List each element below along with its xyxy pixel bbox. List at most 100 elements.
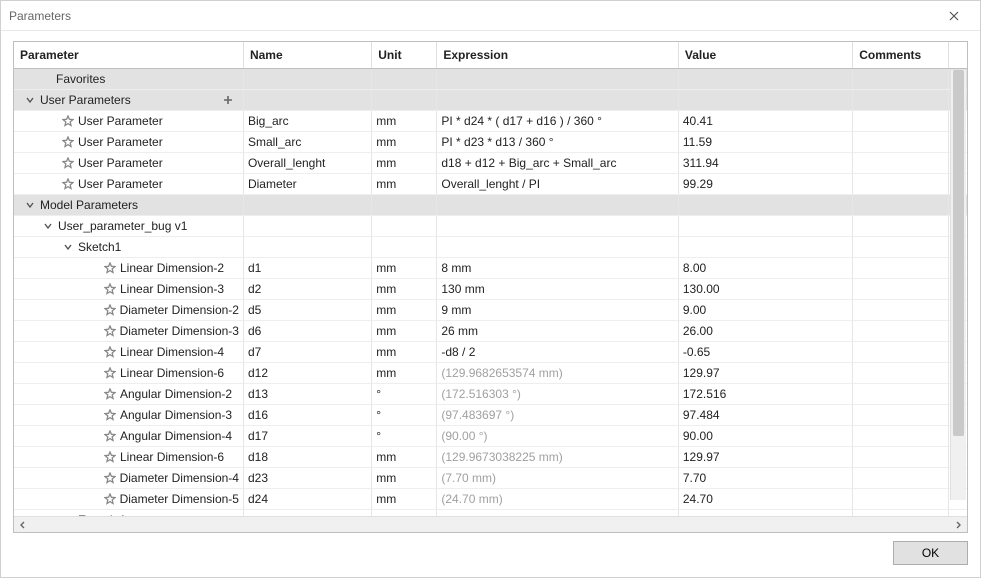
cell-expression[interactable]: Overall_lenght / PI (441, 177, 540, 191)
cell-unit[interactable]: mm (376, 261, 396, 275)
table-row[interactable]: User ParameterBig_arcmmPI * d24 * ( d17 … (14, 111, 967, 132)
col-unit[interactable]: Unit (372, 42, 437, 69)
cell-unit[interactable]: mm (376, 156, 396, 170)
cell-unit[interactable]: ° (376, 429, 381, 443)
table-row[interactable]: User ParameterDiametermmOverall_lenght /… (14, 174, 967, 195)
cell-expression[interactable]: (24.70 mm) (441, 492, 502, 506)
scroll-right-arrow[interactable] (951, 519, 965, 531)
table-row[interactable]: Linear Dimension-3d2mm130 mm130.00 (14, 279, 967, 300)
cell-value[interactable]: 11.59 (683, 135, 712, 149)
cell-unit[interactable]: mm (376, 177, 396, 191)
cell-value[interactable]: 311.94 (683, 156, 719, 170)
param-label[interactable]: Diameter Dimension-3 (120, 324, 239, 338)
cell-expression[interactable]: (172.516303 °) (441, 387, 521, 401)
cell-value[interactable]: 8.00 (683, 261, 706, 275)
toggle-user_parameters[interactable] (23, 93, 37, 107)
cell-expression[interactable]: 8 mm (441, 261, 471, 275)
param-label[interactable]: Angular Dimension-4 (120, 429, 232, 443)
group-label-model_parameters[interactable]: Model Parameters (40, 198, 138, 212)
cell-unit[interactable]: mm (376, 114, 396, 128)
toggle-model_parameters[interactable] (23, 198, 37, 212)
cell-value[interactable]: 129.97 (683, 450, 720, 464)
vertical-scroll-thumb[interactable] (953, 70, 964, 436)
col-parameter[interactable]: Parameter (14, 42, 243, 69)
favorite-star[interactable] (61, 156, 75, 170)
scroll-left-arrow[interactable] (16, 519, 30, 531)
cell-name[interactable]: d1 (248, 261, 261, 275)
cell-name[interactable]: d6 (248, 324, 261, 338)
favorite-star[interactable] (61, 177, 75, 191)
table-row[interactable]: Linear Dimension-2d1mm8 mm8.00 (14, 258, 967, 279)
table-row[interactable]: Diameter Dimension-2d5mm9 mm9.00 (14, 300, 967, 321)
toggle-component[interactable] (41, 219, 55, 233)
cell-name[interactable]: d5 (248, 303, 261, 317)
cell-expression[interactable]: PI * d23 * d13 / 360 ° (441, 135, 553, 149)
col-value[interactable]: Value (678, 42, 852, 69)
group-label-user_parameters[interactable]: User Parameters (40, 93, 131, 107)
cell-value[interactable]: 99.29 (683, 177, 713, 191)
param-label[interactable]: Diameter Dimension-2 (120, 303, 239, 317)
table-row[interactable]: Diameter Dimension-4d23mm(7.70 mm)7.70 (14, 468, 967, 489)
vertical-scrollbar[interactable] (950, 70, 966, 500)
cell-unit[interactable]: mm (376, 303, 396, 317)
cell-value[interactable]: 172.516 (683, 387, 726, 401)
toggle-sketch1[interactable] (61, 240, 75, 254)
col-name[interactable]: Name (243, 42, 371, 69)
group-label-favorites[interactable]: Favorites (56, 72, 105, 86)
cell-expression[interactable]: 26 mm (441, 324, 478, 338)
table-row[interactable]: User ParameterSmall_arcmmPI * d23 * d13 … (14, 132, 967, 153)
table-row[interactable]: Linear Dimension-6d12mm(129.9682653574 m… (14, 363, 967, 384)
table-row[interactable]: Angular Dimension-2 d13 ° (172.516303 °) 172… (14, 384, 967, 405)
col-expression[interactable]: Expression (437, 42, 679, 69)
param-label[interactable]: User Parameter (78, 135, 163, 149)
cell-name[interactable]: d23 (248, 471, 268, 485)
cell-value[interactable]: 90.00 (683, 429, 713, 443)
cell-name[interactable]: d2 (248, 282, 261, 296)
table-row[interactable]: Diameter Dimension-3d6mm26 mm26.00 (14, 321, 967, 342)
ok-button[interactable]: OK (893, 541, 968, 565)
favorite-star[interactable] (103, 492, 117, 506)
cell-value[interactable]: 24.70 (683, 492, 713, 506)
param-label[interactable]: Diameter Dimension-5 (120, 492, 239, 506)
cell-unit[interactable]: mm (376, 282, 396, 296)
cell-value[interactable]: 26.00 (683, 324, 713, 338)
param-label[interactable]: Linear Dimension-6 (120, 450, 224, 464)
cell-unit[interactable]: mm (376, 492, 396, 506)
favorite-star[interactable] (61, 135, 75, 149)
favorite-star[interactable] (103, 261, 117, 275)
cell-name[interactable]: d17 (248, 429, 268, 443)
cell-expression[interactable]: d18 + d12 + Big_arc + Small_arc (441, 156, 616, 170)
favorite-star[interactable] (103, 366, 117, 380)
cell-value[interactable]: 40.41 (683, 114, 713, 128)
group-row-user_parameters[interactable]: User Parameters (14, 90, 967, 111)
param-label[interactable]: Angular Dimension-2 (120, 387, 232, 401)
table-row[interactable]: Linear Dimension-4d7mm-d8 / 2-0.65 (14, 342, 967, 363)
cell-name[interactable]: d13 (248, 387, 268, 401)
favorite-star[interactable] (103, 408, 117, 422)
cell-expression[interactable]: PI * d24 * ( d17 + d16 ) / 360 ° (441, 114, 602, 128)
cell-expression[interactable]: (7.70 mm) (441, 471, 496, 485)
cell-unit[interactable]: mm (376, 345, 396, 359)
table-row[interactable]: Angular Dimension-4d17°(90.00 °)90.00 (14, 426, 967, 447)
cell-unit[interactable]: mm (376, 135, 396, 149)
cell-expression[interactable]: (97.483697 °) (441, 408, 514, 422)
group-row-sketch1[interactable]: Sketch1 (14, 237, 967, 258)
favorite-star[interactable] (103, 429, 117, 443)
favorite-star[interactable] (103, 345, 117, 359)
param-label[interactable]: User Parameter (78, 114, 163, 128)
col-comments[interactable]: Comments (853, 42, 949, 69)
cell-value[interactable]: 130.00 (683, 282, 720, 296)
horizontal-scrollbar[interactable] (14, 516, 967, 532)
cell-name[interactable]: d24 (248, 492, 268, 506)
cell-unit[interactable]: ° (376, 408, 381, 422)
favorite-star[interactable] (103, 450, 117, 464)
param-label[interactable]: Linear Dimension-4 (120, 345, 224, 359)
table-row[interactable]: Angular Dimension-3d16°(97.483697 °)97.4… (14, 405, 967, 426)
cell-expression[interactable]: 9 mm (441, 303, 471, 317)
group-row-model_parameters[interactable]: Model Parameters (14, 195, 967, 216)
close-button[interactable] (936, 2, 972, 30)
table-row[interactable]: Linear Dimension-6d18mm(129.9673038225 m… (14, 447, 967, 468)
group-row-component[interactable]: User_parameter_bug v1 (14, 216, 967, 237)
cell-unit[interactable]: ° (376, 387, 381, 401)
param-label[interactable]: Angular Dimension-3 (120, 408, 232, 422)
